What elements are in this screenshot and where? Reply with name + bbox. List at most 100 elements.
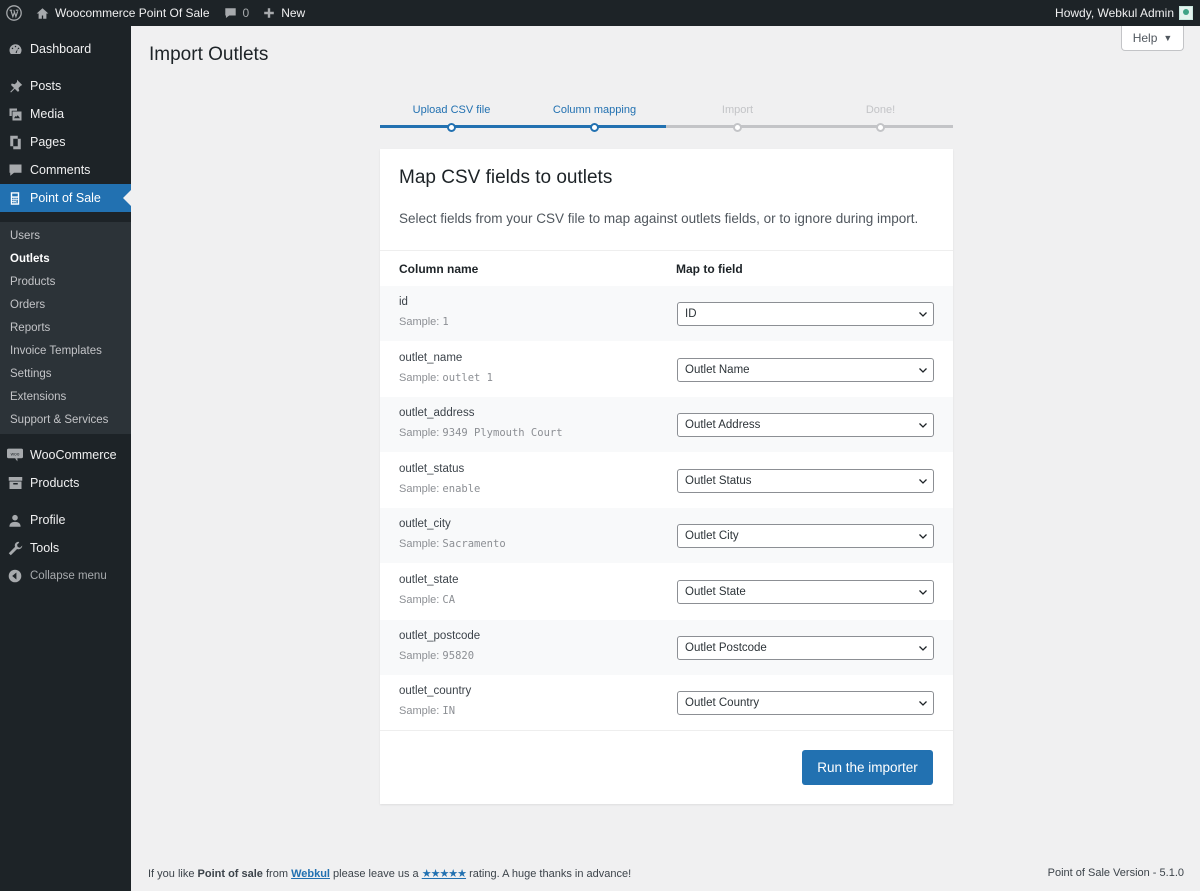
menu-media[interactable]: Media bbox=[0, 100, 131, 128]
sample-value: 95820 bbox=[442, 649, 475, 662]
calculator-icon bbox=[10, 191, 20, 205]
sample-value: 9349 Plymouth Court bbox=[442, 427, 563, 440]
card-heading: Map CSV fields to outlets bbox=[399, 167, 613, 188]
map-field-select[interactable]: Outlet City bbox=[677, 524, 934, 549]
submenu-support-services[interactable]: Support & Services bbox=[10, 414, 108, 426]
selected-field: Outlet State bbox=[685, 586, 746, 598]
sample-prefix: Sample: bbox=[399, 482, 440, 495]
import-progress-steps: Upload CSV file Column mapping Import Do… bbox=[380, 95, 953, 135]
menu-profile[interactable]: Profile bbox=[0, 506, 131, 534]
menu-profile-label: Profile bbox=[30, 513, 66, 527]
help-label: Help bbox=[1132, 31, 1158, 45]
sample-prefix: Sample: bbox=[399, 427, 440, 440]
footer-divider bbox=[380, 730, 953, 731]
wordpress-logo-button[interactable] bbox=[0, 0, 29, 26]
run-importer-button[interactable]: Run the importer bbox=[802, 750, 933, 785]
my-account[interactable]: Howdy, Webkul Admin bbox=[1055, 6, 1200, 20]
step-mapping-label: Column mapping bbox=[552, 104, 637, 116]
step-done-dot bbox=[876, 123, 885, 132]
chevron-down-icon bbox=[919, 423, 927, 429]
admin-bar: Woocommerce Point Of Sale 0 New Howdy, W… bbox=[0, 0, 1200, 26]
csv-sample: Sample: 1 bbox=[399, 316, 449, 328]
new-content-link[interactable]: New bbox=[256, 0, 312, 26]
map-field-select[interactable]: Outlet Country bbox=[677, 691, 934, 716]
submenu-users[interactable]: Users bbox=[10, 230, 40, 242]
csv-column-name: outlet_city bbox=[399, 518, 451, 531]
sample-prefix: Sample: bbox=[399, 594, 440, 606]
step-upload-dot bbox=[447, 123, 456, 132]
submenu-invoice-templates[interactable]: Invoice Templates bbox=[10, 345, 102, 357]
chevron-down-icon bbox=[919, 478, 927, 484]
submenu-settings[interactable]: Settings bbox=[10, 368, 52, 380]
map-field-select[interactable]: Outlet Status bbox=[677, 468, 934, 493]
step-import-label: Import bbox=[721, 104, 754, 116]
csv-column-name: outlet_address bbox=[399, 407, 475, 420]
chevron-down-icon bbox=[919, 701, 927, 707]
step-done-label: Done! bbox=[865, 104, 896, 116]
menu-dashboard[interactable]: Dashboard bbox=[0, 35, 131, 63]
chevron-down-icon bbox=[919, 590, 927, 595]
comments-link[interactable]: 0 bbox=[217, 0, 257, 26]
footer-credit: If you like Point of sale from Webkul pl… bbox=[148, 867, 631, 880]
csv-sample: Sample: CA bbox=[399, 594, 455, 606]
pages-icon bbox=[9, 135, 21, 149]
mapping-row: outlet_country Sample: IN Outlet Country bbox=[380, 675, 953, 730]
media-icon bbox=[9, 108, 21, 120]
csv-column-name: outlet_postcode bbox=[399, 629, 481, 642]
chevron-down-icon bbox=[919, 645, 927, 651]
svg-text:woo: woo bbox=[11, 452, 20, 457]
selected-field: Outlet Country bbox=[685, 697, 760, 710]
csv-sample: Sample: Sacramento bbox=[399, 538, 506, 550]
menu-pages-label: Pages bbox=[30, 135, 66, 149]
menu-products[interactable]: Products bbox=[0, 469, 131, 497]
sample-value: outlet 1 bbox=[442, 371, 493, 384]
submenu-outlets[interactable]: Outlets bbox=[10, 253, 50, 265]
page-title: Import Outlets bbox=[149, 44, 269, 65]
dashboard-icon bbox=[9, 43, 21, 54]
menu-point-of-sale-label: Point of Sale bbox=[30, 191, 101, 205]
step-mapping-dot bbox=[590, 123, 599, 132]
selected-field: Outlet Name bbox=[685, 363, 750, 376]
webkul-link[interactable]: Webkul bbox=[291, 868, 330, 880]
map-field-select[interactable]: Outlet State bbox=[677, 580, 934, 604]
map-field-select[interactable]: Outlet Name bbox=[677, 357, 934, 382]
footer-text-1: If you like bbox=[148, 868, 198, 880]
menu-pages[interactable]: Pages bbox=[0, 128, 131, 156]
csv-column-name: outlet_state bbox=[399, 574, 459, 586]
wordpress-icon bbox=[6, 5, 22, 21]
menu-point-of-sale[interactable]: Point of Sale bbox=[0, 184, 131, 212]
site-name-link[interactable]: Woocommerce Point Of Sale bbox=[29, 0, 217, 26]
submenu-orders[interactable]: Orders bbox=[10, 299, 45, 311]
menu-tools-label: Tools bbox=[30, 541, 60, 555]
help-tab-button[interactable]: Help ▼ bbox=[1121, 26, 1184, 51]
csv-column-name: outlet_name bbox=[399, 351, 463, 364]
selected-field: ID bbox=[685, 308, 697, 320]
menu-posts[interactable]: Posts bbox=[0, 72, 131, 100]
collapse-menu-button[interactable]: Collapse menu bbox=[0, 562, 131, 590]
menu-woocommerce[interactable]: woo WooCommerce bbox=[0, 441, 131, 469]
selected-field: Outlet Status bbox=[685, 474, 752, 487]
sample-prefix: Sample: bbox=[399, 649, 440, 662]
card-description: Select fields from your CSV file to map … bbox=[399, 211, 919, 226]
map-field-select[interactable]: Outlet Address bbox=[677, 413, 934, 438]
submenu-reports[interactable]: Reports bbox=[10, 322, 50, 334]
map-field-select[interactable]: ID bbox=[677, 302, 934, 326]
csv-sample: Sample: enable bbox=[399, 483, 480, 495]
footer-text-4: rating. A huge thanks in advance! bbox=[466, 868, 632, 880]
rating-stars-link[interactable]: ★★★★★ bbox=[422, 868, 467, 880]
archive-icon bbox=[8, 477, 22, 489]
comments-icon bbox=[9, 164, 21, 176]
csv-sample: Sample: 95820 bbox=[399, 650, 474, 662]
home-icon bbox=[36, 7, 49, 19]
map-field-select[interactable]: Outlet Postcode bbox=[677, 635, 934, 660]
submenu-products[interactable]: Products bbox=[10, 276, 55, 288]
site-name: Woocommerce Point Of Sale bbox=[55, 6, 210, 20]
selected-field: Outlet City bbox=[685, 530, 739, 543]
wrench-icon bbox=[8, 541, 22, 555]
menu-tools[interactable]: Tools bbox=[0, 534, 131, 562]
menu-comments[interactable]: Comments bbox=[0, 156, 131, 184]
menu-dashboard-label: Dashboard bbox=[30, 42, 92, 56]
progress-line-complete bbox=[380, 125, 666, 128]
footer-text-2: from bbox=[262, 868, 292, 880]
submenu-extensions[interactable]: Extensions bbox=[10, 391, 66, 403]
